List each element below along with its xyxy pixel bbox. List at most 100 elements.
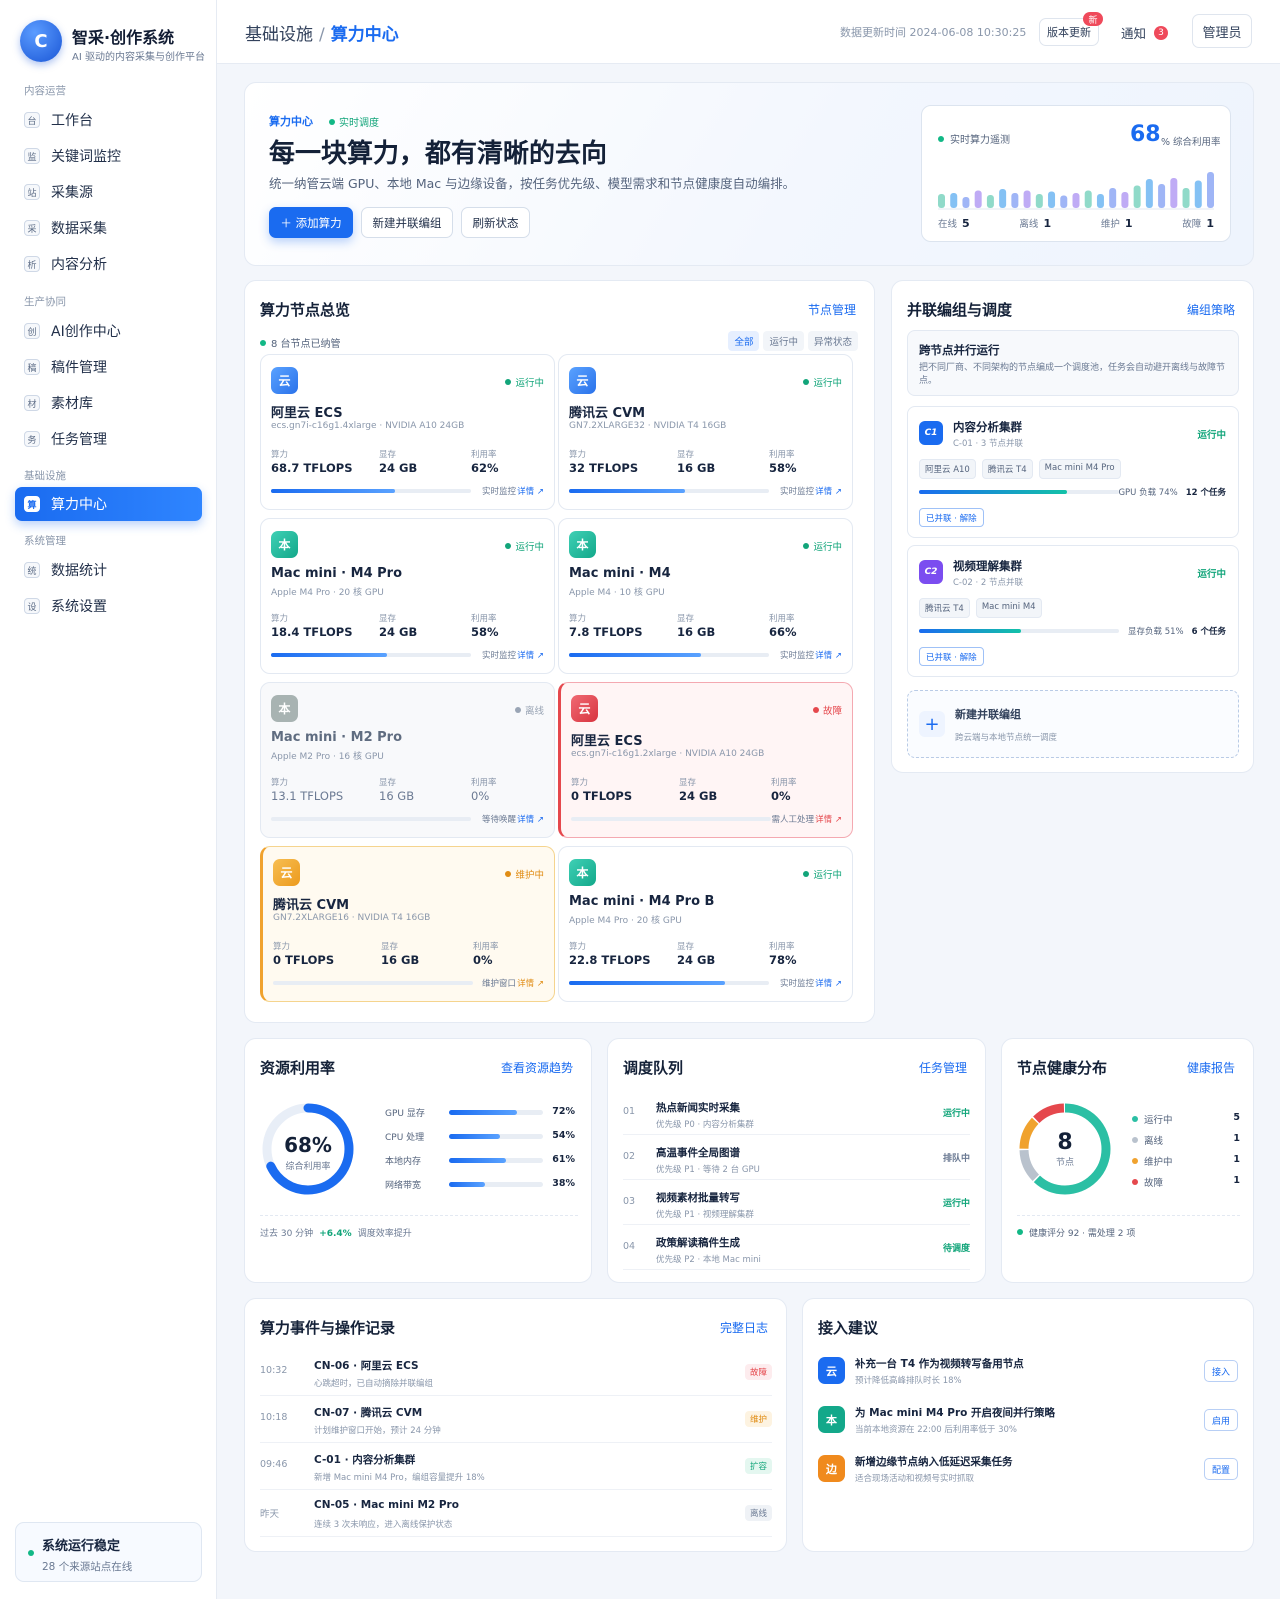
event-row[interactable]: 09:46 C-01 · 内容分析集群 新增 Mac mini M4 Pro，编组容…	[260, 1443, 772, 1490]
event-row[interactable]: 10:18 CN-07 · 腾讯云 CVM 计划维护窗口开始，预计 24 分钟 维护	[260, 1396, 772, 1443]
metric-power: 32 TFLOPS	[569, 461, 639, 475]
telemetry-bar	[950, 193, 958, 208]
node-card[interactable]: 云 运行中 阿里云 ECS ecs.gn7i-c16g1.4xlarge · NVID…	[260, 354, 555, 510]
node-status: 维护中	[505, 867, 544, 881]
node-card[interactable]: 本 运行中 Mac mini · M4 Apple M4 · 10 核 GPU 算力 7.…	[558, 518, 853, 674]
metric-label: 利用率	[471, 450, 497, 460]
event-time: 昨天	[260, 1509, 280, 1520]
unlink-cluster-button[interactable]: 已并联 · 解除	[919, 508, 984, 527]
node-detail-link[interactable]: 详情 ↗	[517, 485, 544, 497]
node-detail-link[interactable]: 详情 ↗	[815, 485, 842, 497]
metric-label: 利用率	[769, 942, 795, 952]
node-manage-link[interactable]: 节点管理	[808, 301, 856, 318]
update-time: 数据更新时间 2024-06-08 10:30:25	[840, 26, 1027, 39]
node-detail-link[interactable]: 详情 ↗	[517, 649, 544, 661]
sidebar-item-manuscripts[interactable]: 稿稿件管理	[15, 350, 202, 384]
sidebar-item-label: 采集源	[51, 185, 93, 201]
queue-row[interactable]: 02 高温事件全局图谱 优先级 P1 · 等待 2 台 GPU 排队中	[623, 1136, 970, 1180]
node-detail-link[interactable]: 详情 ↗	[815, 813, 842, 825]
node-card[interactable]: 云 故障 阿里云 ECS ecs.gn7i-c16g1.2xlarge · NVIDI…	[558, 682, 853, 838]
health-report-link[interactable]: 健康报告	[1187, 1059, 1235, 1076]
new-cluster-button[interactable]: 新建并联编组	[361, 207, 453, 238]
node-detail-link[interactable]: 详情 ↗	[815, 649, 842, 661]
schedule-queue-card: 调度队列 任务管理 01 热点新闻实时采集 优先级 P0 · 内容分析集群 运行中 02…	[607, 1038, 986, 1283]
node-detail-link[interactable]: 详情 ↗	[517, 977, 544, 989]
queue-row[interactable]: 04 政策解读稿件生成 优先级 P2 · 本地 Mac mini 待调度	[623, 1226, 970, 1270]
filter-running[interactable]: 运行中	[763, 331, 804, 351]
sidebar-item-statistics[interactable]: 统数据统计	[15, 553, 202, 587]
telemetry-label: 实时算力遥测	[938, 131, 1010, 146]
health-row: 维护中 1	[1132, 1154, 1240, 1168]
node-card[interactable]: 本 运行中 Mac mini · M4 Pro B Apple M4 Pro · 20…	[558, 846, 853, 1002]
monitor-icon: 监	[24, 148, 40, 164]
suggestion-action-button[interactable]: 配置	[1203, 1458, 1238, 1480]
sidebar-item-sources[interactable]: 站采集源	[15, 175, 202, 209]
util-row-value: 72%	[552, 1106, 575, 1117]
queue-row[interactable]: 01 热点新闻实时采集 优先级 P0 · 内容分析集群 运行中	[623, 1091, 970, 1135]
queue-row[interactable]: 03 视频素材批量转写 优先级 P1 · 视频理解集群 运行中	[623, 1181, 970, 1225]
event-row[interactable]: 10:32 CN-06 · 阿里云 ECS 心跳超时，已自动摘除并联编组 故障	[260, 1349, 772, 1396]
metric-label: 利用率	[769, 614, 795, 624]
node-util-bar	[569, 981, 769, 985]
brand-title: 智采·创作系统	[72, 28, 175, 47]
brand-logo[interactable]: C	[20, 20, 62, 62]
unlink-cluster-button[interactable]: 已并联 · 解除	[919, 647, 984, 666]
telemetry-bar	[986, 195, 994, 208]
sidebar-item-content-analysis[interactable]: 析内容分析	[15, 247, 202, 281]
sidebar-item-compute-center[interactable]: 算算力中心	[15, 487, 202, 521]
sidebar-item-data-collection[interactable]: 采数据采集	[15, 211, 202, 245]
telemetry-bar	[1109, 188, 1117, 208]
node-util-fill	[569, 981, 725, 985]
health-row: 故障 1	[1132, 1175, 1240, 1189]
suggestion-action-button[interactable]: 启用	[1203, 1409, 1238, 1431]
local-node-icon: 本	[271, 695, 298, 722]
sidebar-item-tasks[interactable]: 务任务管理	[15, 422, 202, 456]
health-count: 1	[1233, 1175, 1240, 1186]
event-time: 09:46	[260, 1459, 288, 1470]
cluster-task-count: 12 个任务	[1185, 488, 1226, 498]
filter-abnormal[interactable]: 异常状态	[807, 331, 858, 351]
health-label: 离线	[1144, 1136, 1164, 1147]
node-card[interactable]: 本 离线 Mac mini · M2 Pro Apple M2 Pro · 16 核 …	[260, 682, 555, 838]
breadcrumb-parent[interactable]: 基础设施	[245, 25, 313, 45]
sidebar-item-materials[interactable]: 材素材库	[15, 386, 202, 420]
metric-mem: 24 GB	[379, 625, 418, 639]
event-desc: 心跳超时，已自动摘除并联编组	[314, 1379, 434, 1389]
node-status: 运行中	[505, 375, 544, 389]
node-detail-link[interactable]: 详情 ↗	[815, 977, 842, 989]
cluster-strategy-link[interactable]: 编组策略	[1187, 301, 1235, 318]
queue-desc: 优先级 P1 · 视频理解集群	[656, 1210, 754, 1220]
node-detail-link[interactable]: 详情 ↗	[517, 813, 544, 825]
cluster-tag: Mac mini M4 Pro	[1038, 459, 1121, 479]
telemetry-bar	[974, 190, 982, 208]
metric-label: 显存	[677, 614, 695, 624]
task-manage-link[interactable]: 任务管理	[919, 1059, 967, 1076]
sidebar-item-settings[interactable]: 设系统设置	[15, 589, 202, 623]
node-card[interactable]: 本 运行中 Mac mini · M4 Pro Apple M4 Pro · 20 核…	[260, 518, 555, 674]
event-row[interactable]: 昨天 CN-05 · Mac mini M2 Pro 连续 3 次未响应，进入离线保…	[260, 1490, 772, 1537]
sidebar-item-keyword-monitor[interactable]: 监关键词监控	[15, 139, 202, 173]
cluster-group[interactable]: C1 内容分析集群 C-01 · 3 节点并联 运行中 阿里云 A10 腾讯云 T4 Mac…	[907, 406, 1239, 538]
admin-menu-button[interactable]: 管理员	[1192, 14, 1252, 48]
topbar: 基础设施 / 算力中心 数据更新时间 2024-06-08 10:30:25 版本更…	[217, 0, 1280, 64]
add-compute-button[interactable]: ＋ 添加算力	[269, 207, 353, 238]
health-center: 8 节点	[1017, 1130, 1113, 1168]
health-count: 1	[1233, 1154, 1240, 1165]
full-log-link[interactable]: 完整日志	[720, 1319, 768, 1336]
filter-all[interactable]: 全部	[728, 331, 760, 351]
queue-status: 运行中	[942, 1109, 970, 1119]
brand-subtitle: AI 驱动的内容采集与创作平台	[72, 52, 205, 63]
sidebar-item-workbench[interactable]: 台工作台	[15, 103, 202, 137]
suggestion-action-button[interactable]: 接入	[1203, 1360, 1238, 1382]
refresh-status-button[interactable]: 刷新状态	[461, 207, 530, 238]
sidebar-item-ai-creation[interactable]: 创 AI创作中心	[15, 314, 202, 348]
node-spec: ecs.gn7i-c16g1.2xlarge · NVIDIA A10 24GB	[571, 749, 765, 759]
node-card[interactable]: 云 运行中 腾讯云 CVM GN7.2XLARGE32 · NVIDIA T4 16G…	[558, 354, 853, 510]
node-util-fill	[569, 653, 701, 657]
metric-mem: 24 GB	[379, 461, 418, 475]
new-cluster-tile[interactable]: + 新建并联编组 跨云端与本地节点统一调度	[907, 690, 1239, 758]
resource-trend-link[interactable]: 查看资源趋势	[501, 1059, 573, 1076]
notification-button[interactable]: 通知	[1121, 23, 1146, 42]
cluster-group[interactable]: C2 视频理解集群 C-02 · 2 节点并联 运行中 腾讯云 T4 Mac mini M…	[907, 545, 1239, 677]
node-card[interactable]: 云 维护中 腾讯云 CVM GN7.2XLARGE16 · NVIDIA T4 16G…	[260, 846, 555, 1002]
